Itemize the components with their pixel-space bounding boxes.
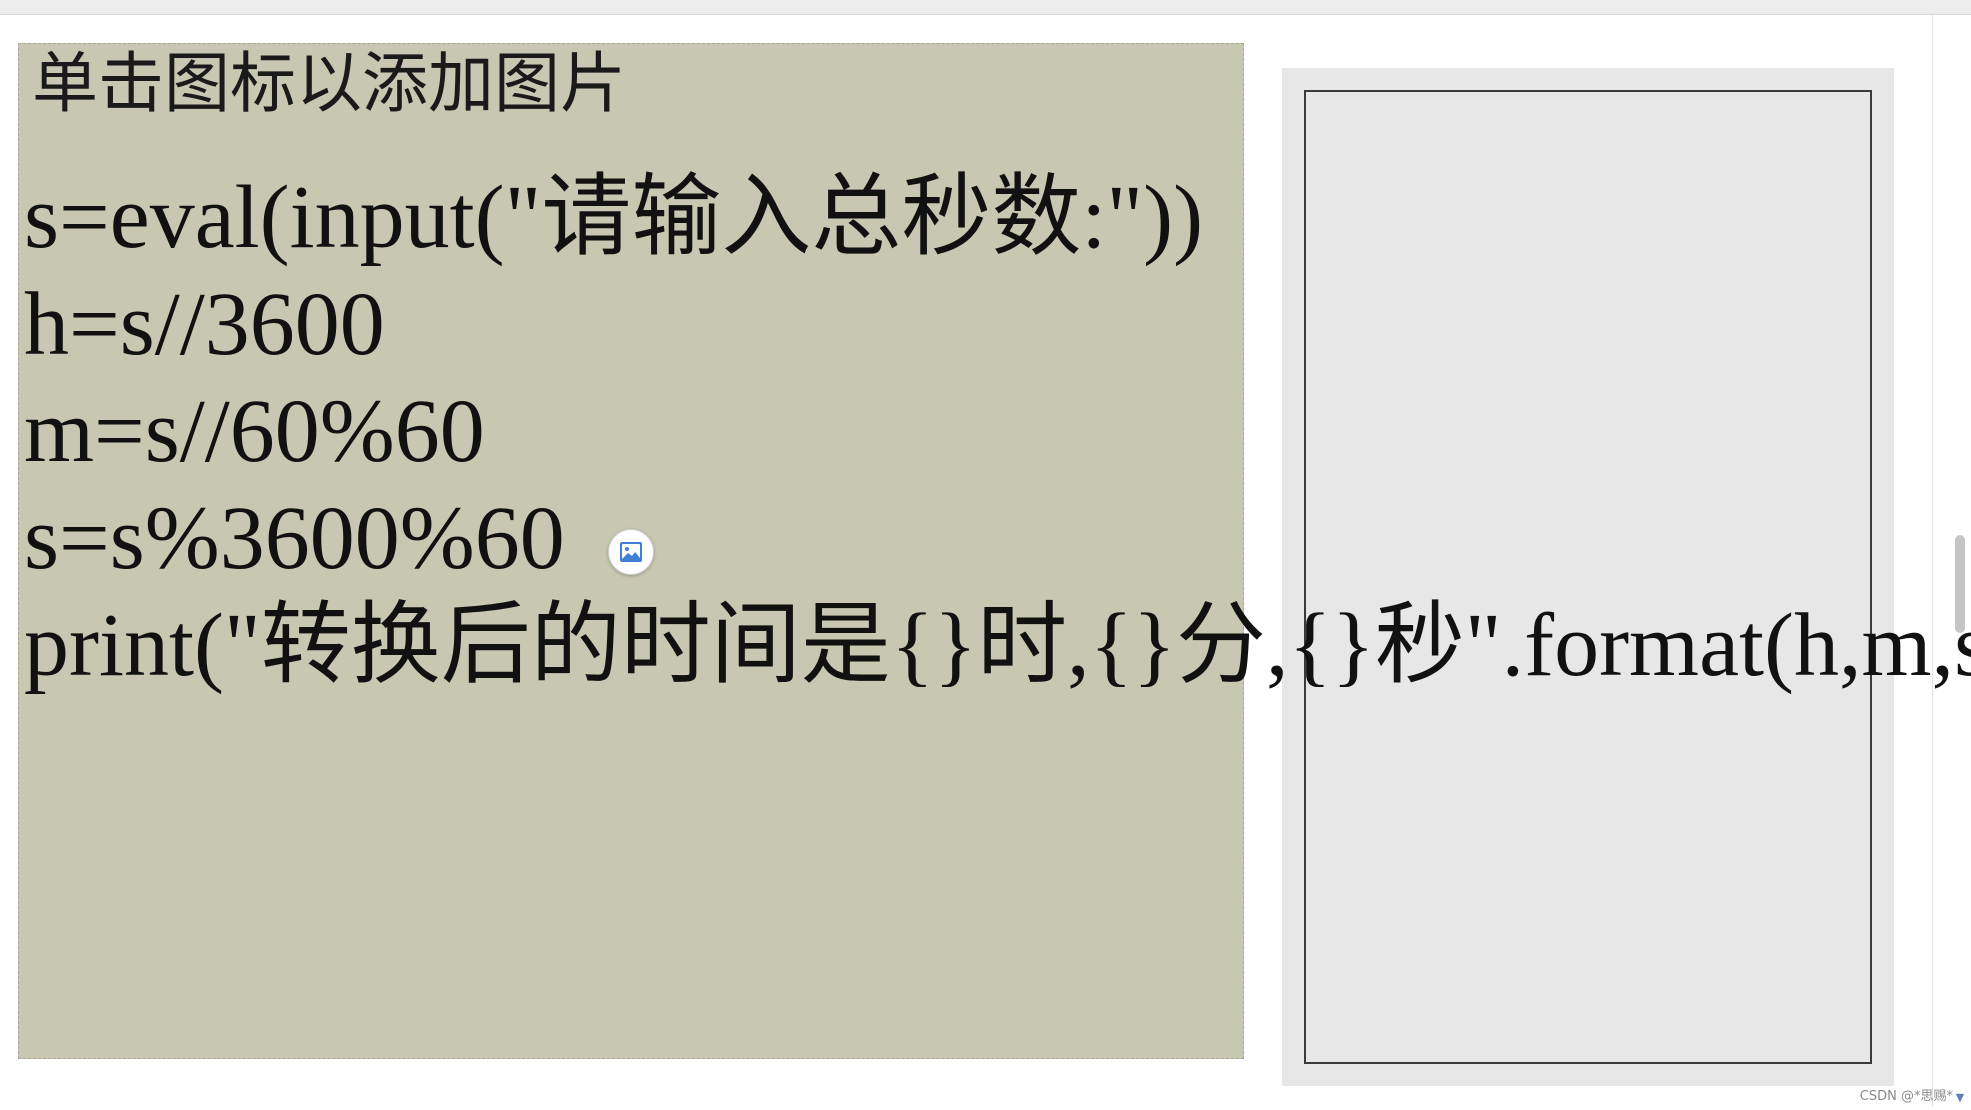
code-line-hours: h=s//3600	[24, 275, 385, 374]
code-line-seconds: s=s%3600%60	[24, 489, 565, 588]
scroll-down-arrow-icon[interactable]: ▼	[1954, 1092, 1966, 1104]
top-toolbar-strip	[0, 0, 1971, 15]
watermark-text: CSDN @*思赐*	[1859, 1089, 1953, 1104]
vertical-scrollbar-thumb[interactable]	[1955, 535, 1965, 633]
code-line-print: print("转换后的时间是{}时,{}分,{}秒".format(h,m,s)	[24, 596, 1971, 695]
code-line-minutes: m=s//60%60	[24, 382, 485, 481]
side-content-frame[interactable]	[1304, 90, 1872, 1064]
insert-picture-button[interactable]	[608, 529, 654, 575]
image-icon	[619, 541, 643, 563]
placeholder-prompt-text: 单击图标以添加图片	[32, 45, 626, 122]
slide-editing-canvas[interactable]: 单击图标以添加图片 s=eval(input("请输入总秒数:")) h=s//…	[0, 15, 1971, 1107]
code-line-input: s=eval(input("请输入总秒数:"))	[24, 168, 1204, 267]
